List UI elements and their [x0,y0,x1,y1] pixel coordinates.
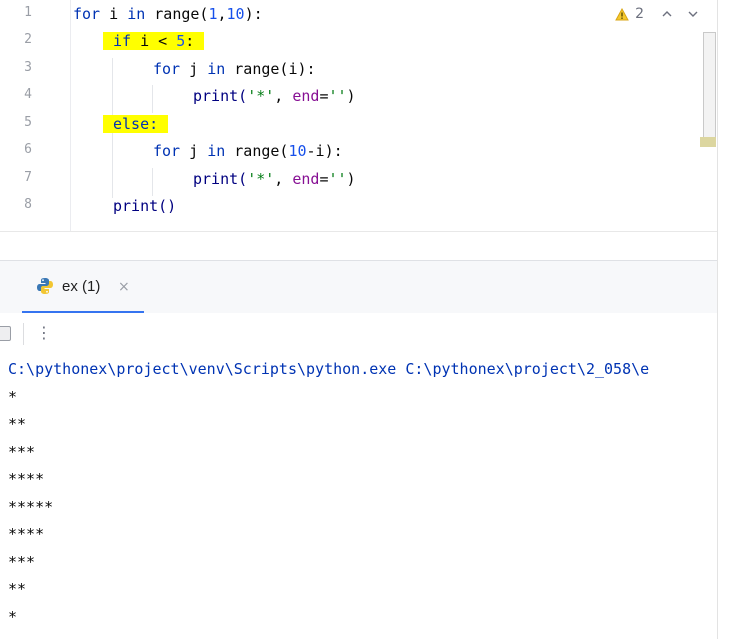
code-line-1[interactable]: for i in range(1,10): [73,4,263,24]
code-line-7[interactable]: print('*', end='') [193,169,356,189]
line-number: 7 [24,170,32,185]
console-output-line: *** [8,443,36,461]
panel-gap [0,232,718,259]
console-output-line: ** [8,580,27,598]
line-number: 4 [24,87,32,102]
code-line-5[interactable]: else: [103,114,169,134]
code-line-4[interactable]: print('*', end='') [193,86,356,106]
scrollbar-highlight-marker [700,137,716,147]
gutter-divider [70,0,71,231]
code-editor[interactable]: 1 2 3 4 5 6 7 8 for i in range(1,10): if… [0,0,718,231]
window-border [717,0,718,639]
editor-scrollbar[interactable] [703,32,716,144]
indent-guide [152,85,153,113]
warning-icon[interactable] [615,7,629,21]
toolbar-separator [23,323,24,345]
console-output-line: * [8,388,18,406]
more-options-icon[interactable]: ⋮ [36,322,52,344]
console-output-line: **** [8,470,45,488]
run-console-output[interactable]: C:\pythonex\project\venv\Scripts\python.… [0,353,717,639]
search-highlight: else: [103,115,169,133]
code-line-3[interactable]: for j in range(i): [153,59,316,79]
stop-icon[interactable] [0,326,11,341]
python-icon [37,278,53,294]
run-toolbar: ⋮ [0,313,718,353]
console-output-line: *** [8,553,36,571]
warning-count: 2 [635,6,644,22]
code-line-8[interactable]: print() [113,196,176,216]
line-number: 5 [24,115,32,130]
code-line-6[interactable]: for j in range(10-i): [153,141,343,161]
inspection-widget[interactable]: 2 [615,6,700,22]
chevron-down-icon[interactable] [686,7,700,21]
indent-guide [152,168,153,196]
line-number: 1 [24,5,32,20]
line-number-gutter: 1 2 3 4 5 6 7 8 [0,0,60,231]
console-output-line: ** [8,415,27,433]
console-output-line: ***** [8,498,54,516]
line-number: 8 [24,197,32,212]
close-icon[interactable]: × [118,279,130,295]
code-line-2[interactable]: if i < 5: [103,31,205,51]
line-number: 2 [24,32,32,47]
run-tool-window-header: ex (1) × [0,260,718,314]
line-number: 6 [24,142,32,157]
console-output-line: **** [8,525,45,543]
chevron-up-icon[interactable] [660,7,674,21]
tab-label: ex (1) [62,278,101,295]
console-command-line: C:\pythonex\project\venv\Scripts\python.… [8,360,650,378]
line-number: 3 [24,60,32,75]
tab-run-ex[interactable]: ex (1) × [22,261,144,314]
console-output-line: * [8,608,18,626]
search-highlight: if i < 5: [103,32,205,50]
